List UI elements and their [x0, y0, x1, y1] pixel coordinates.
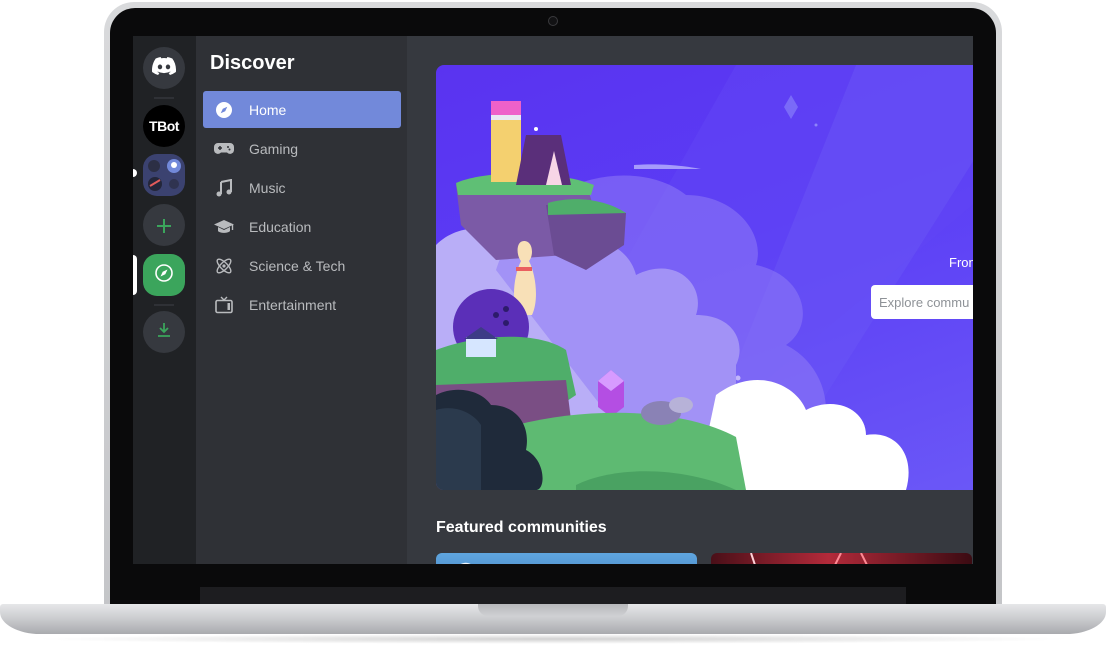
rail-separator: [154, 97, 174, 99]
nav-item-label: Science & Tech: [249, 257, 346, 274]
sidebar-title: Discover: [210, 52, 295, 74]
server-tbot-label: TBot: [149, 118, 179, 134]
compass-icon: [213, 99, 235, 121]
discover-sidebar: Discover Home Gaming Music Education Sci…: [196, 36, 407, 564]
discord-logo-icon: [152, 56, 177, 80]
explore-search-input[interactable]: [871, 285, 973, 319]
community-card-banner: [750, 553, 868, 564]
compass-icon: [155, 263, 173, 287]
featured-communities-title: Featured communities: [436, 519, 607, 536]
nav-item-label: Entertainment: [249, 296, 337, 313]
server-folder[interactable]: [143, 154, 185, 196]
nav-item-label: Music: [249, 179, 286, 196]
nav-item-label: Education: [249, 218, 312, 235]
discord-home-button[interactable]: [143, 47, 185, 89]
app-screen: TBot Discover Home Gaming Music Educatio…: [133, 36, 973, 564]
laptop-base-notch: [478, 604, 628, 616]
server-tbot[interactable]: TBot: [143, 105, 185, 147]
gamepad-icon: [213, 138, 235, 160]
camera-icon: [548, 16, 558, 26]
nav-item-entertainment[interactable]: Entertainment: [203, 286, 401, 323]
nav-item-label: Gaming: [249, 140, 299, 157]
nav-item-science-tech[interactable]: Science & Tech: [203, 247, 401, 284]
download-apps-button[interactable]: [143, 311, 185, 353]
discover-main: From Featured communities: [407, 36, 973, 564]
hero-heading: From: [949, 255, 973, 270]
community-card-banner: [460, 562, 471, 564]
add-server-button[interactable]: [143, 204, 185, 246]
nav-item-education[interactable]: Education: [203, 208, 401, 245]
rail-separator: [154, 304, 174, 306]
laptop-hinge: [200, 587, 906, 605]
nav-item-gaming[interactable]: Gaming: [203, 130, 401, 167]
tv-icon: [213, 294, 235, 316]
selected-server-pill: [133, 255, 137, 295]
nav-item-label: Home: [249, 101, 287, 118]
graduation-cap-icon: [213, 216, 235, 238]
hero-banner: From: [436, 65, 973, 490]
nav-item-music[interactable]: Music: [203, 169, 401, 206]
server-rail: TBot: [133, 36, 196, 564]
atom-icon: [213, 255, 235, 277]
laptop-shadow: [30, 634, 1076, 644]
music-note-icon: [213, 177, 235, 199]
explore-servers-button[interactable]: [143, 254, 185, 296]
server-unread-pill: [133, 169, 137, 177]
community-card[interactable]: [436, 553, 697, 564]
plus-icon: [156, 210, 172, 241]
nav-item-home[interactable]: Home: [203, 91, 401, 128]
category-nav: Home Gaming Music Education Science & Te…: [203, 91, 401, 325]
server-folder-icon: [148, 159, 181, 191]
community-card[interactable]: [711, 553, 972, 564]
download-icon: [155, 321, 173, 344]
hero-illustration: [436, 65, 973, 490]
